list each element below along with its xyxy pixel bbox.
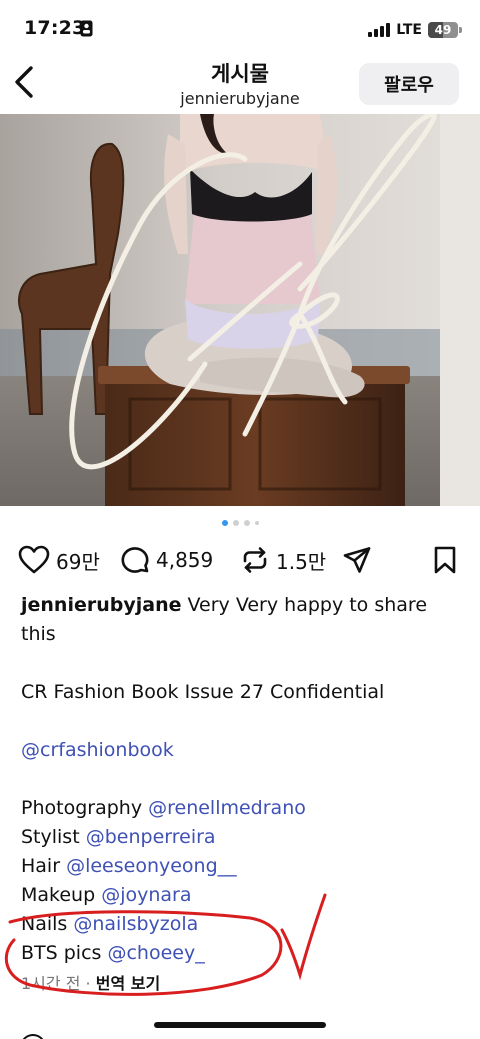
status-indicators: LTE 49 [368,20,462,40]
credit-role: Makeup [21,884,96,906]
save-button[interactable] [432,540,458,580]
credit-line: Hair @leeseonyeong__ [21,852,461,881]
credit-line: Stylist @benperreira [21,823,461,852]
repost-count: 1.5만 [276,549,327,574]
photo-illustration [0,114,480,506]
translate-link[interactable]: 번역 보기 [96,974,160,993]
send-icon [343,547,371,573]
time-ago: 1시간 전 [21,974,81,993]
like-count: 69만 [56,549,100,574]
home-indicator[interactable] [154,1022,326,1028]
network-type: LTE [396,22,422,38]
post-image[interactable] [0,114,480,506]
credits-list: Photography @renellmedrano Stylist @benpe… [21,794,461,968]
credit-handle[interactable]: @joynara [101,884,191,906]
credit-handle[interactable]: @nailsbyzola [73,913,198,935]
credit-role: Photography [21,797,143,819]
follow-button[interactable]: 팔로우 [359,63,459,105]
heart-icon [18,545,50,574]
credit-handle[interactable]: @choeey_ [107,942,204,964]
carousel-indicator [0,520,480,526]
caption-intro: jennierubyjane Very Very happy to share … [21,591,461,649]
credit-line: Nails @nailsbyzola [21,910,461,939]
comment-count: 4,859 [156,548,214,572]
credit-handle[interactable]: @renellmedrano [148,797,306,819]
repost-icon [243,547,267,573]
post-meta: 1시간 전 · 번역 보기 [21,969,461,998]
battery-level: 49 [434,23,452,37]
comment-icon [121,547,149,573]
carousel-dot [243,520,250,526]
credit-role: Hair [21,855,61,877]
action-bar: 69만 4,859 1.5만 [0,540,480,580]
battery-nub [459,27,462,33]
credit-line: Makeup @joynara [21,881,461,910]
like-button[interactable]: 69만 [18,540,100,580]
caption-username[interactable]: jennierubyjane [21,594,181,616]
credit-handle[interactable]: @leeseonyeong__ [66,855,237,877]
credit-line: BTS pics @choeey_ [21,939,461,968]
share-button[interactable] [342,540,372,580]
credit-handle[interactable]: @benperreira [86,826,216,848]
carousel-dot [254,521,259,525]
credit-role: Nails [21,913,68,935]
repost-button[interactable]: 1.5만 [240,540,326,580]
credit-role: BTS pics [21,942,102,964]
bookmark-icon [434,546,456,574]
caption-headline: CR Fashion Book Issue 27 Confidential [21,681,385,703]
battery-icon: 49 [428,22,458,38]
lock-icon [80,20,93,37]
comment-button[interactable]: 4,859 [120,540,213,580]
caption-tag[interactable]: @crfashionbook [21,736,461,765]
signal-icon [368,23,391,37]
carousel-dot [232,520,239,526]
status-time: 17:23 [24,17,86,39]
carousel-dot [221,520,228,526]
credit-line: Photography @renellmedrano [21,794,461,823]
avatar-peek [20,1034,46,1039]
credit-role: Stylist [21,826,80,848]
post-caption: jennierubyjane Very Very happy to share … [21,591,461,998]
post-header: 게시물 jennierubyjane 팔로우 [0,56,480,114]
meta-separator: · [85,974,91,993]
status-bar: 17:23 LTE 49 [0,0,480,56]
